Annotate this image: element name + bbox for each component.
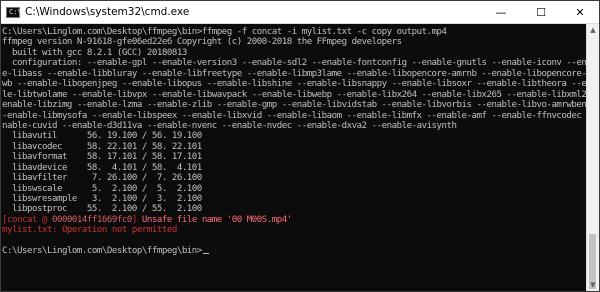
console-line: C:\Users\Linglom.com\Desktop\ffmpeg\bin>…	[2, 27, 447, 37]
error-line-unsafe-file: [concat @ 0000014ff1669fc0] Unsafe file …	[2, 215, 587, 225]
console-line: nable-cuvid --enable-d3d11va --enable-nv…	[2, 120, 457, 131]
error-tag-close: ]	[131, 214, 142, 225]
scroll-up-arrow-icon[interactable]: ▲	[587, 24, 599, 36]
console-line: e-libass --enable-libbluray --enable-lib…	[2, 68, 587, 79]
title-bar[interactable]: C:\ C:\Windows\system32\cmd.exe — ☐ ✕	[1, 1, 599, 24]
console-line: ffmpeg version N-91618-gfe06ed22e6 Copyr…	[2, 37, 402, 48]
vertical-scrollbar[interactable]: ▲ ▼	[586, 24, 599, 291]
console-line: libavutil 56. 19.100 / 56. 19.100	[2, 131, 202, 142]
console-line: libpostproc 55. 2.100 / 55. 2.100	[2, 204, 202, 215]
prompt-line[interactable]: C:\Users\Linglom.com\Desktop\ffmpeg\bin>	[2, 246, 587, 256]
cmd-app-icon[interactable]: C:\	[6, 6, 22, 18]
console-line: built with gcc 8.2.1 (GCC) 20180813	[2, 47, 187, 58]
console-line: enable-libzimg --enable-lzma --enable-zl…	[2, 100, 587, 111]
scroll-down-arrow-icon[interactable]: ▼	[587, 279, 599, 291]
text-cursor	[202, 252, 209, 255]
error-tag: [concat @	[2, 214, 52, 225]
cmd-window: C:\ C:\Windows\system32\cmd.exe — ☐ ✕ C:…	[0, 0, 600, 292]
console-line: libswscale 5. 2.100 / 5. 2.100	[2, 183, 202, 194]
console-line: wb --enable-libopenjpeg --enable-libopus…	[2, 79, 587, 90]
error-message: Unsafe file name '00 M00S.mp4'	[141, 214, 292, 225]
minimize-button[interactable]: —	[481, 1, 521, 23]
console-output[interactable]: C:\Users\Linglom.com\Desktop\ffmpeg\bin>…	[1, 24, 587, 291]
console-line: libavdevice 58. 4.101 / 58. 4.101	[2, 162, 202, 173]
window-title: C:\Windows\system32\cmd.exe	[25, 6, 190, 18]
console-line: libswresample 3. 2.100 / 3. 2.100	[2, 194, 202, 204]
console-line: libavformat 58. 17.101 / 58. 17.101	[2, 152, 202, 163]
console-line: le-libtwolame --enable-libvpx --enable-l…	[2, 89, 587, 100]
error-line-not-permitted: mylist.txt: Operation not permitted	[2, 225, 177, 236]
prompt-text: C:\Users\Linglom.com\Desktop\ffmpeg\bin>	[2, 246, 202, 257]
console-line: libavfilter 7. 26.100 / 7. 26.100	[2, 173, 202, 184]
close-button[interactable]: ✕	[561, 1, 599, 23]
console-line: -enable-libmysofa --enable-libspeex --en…	[2, 110, 587, 121]
console-line: configuration: --enable-gpl --enable-ver…	[2, 58, 587, 69]
error-address: 0000014ff1669fc0	[51, 214, 132, 225]
maximize-button[interactable]: ☐	[521, 1, 561, 23]
console-line: libavcodec 58. 22.101 / 58. 22.101	[2, 141, 202, 152]
